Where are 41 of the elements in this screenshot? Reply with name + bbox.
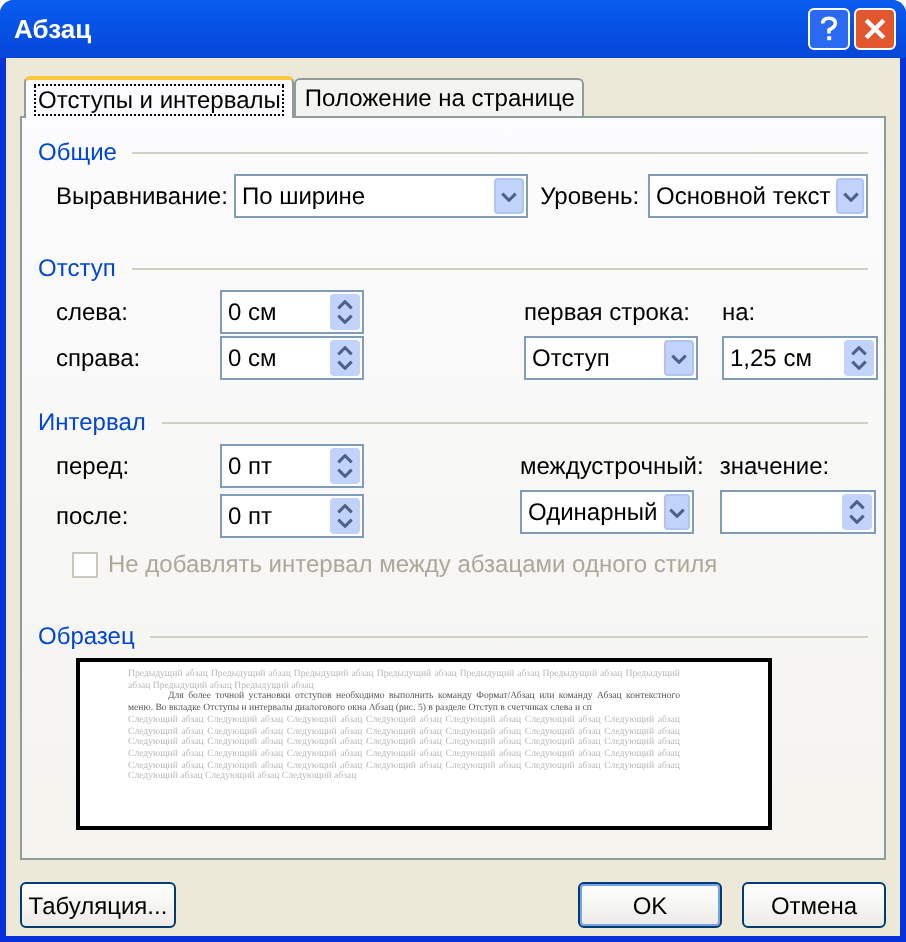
spinner-field[interactable]: 1,25 см xyxy=(722,336,878,380)
dialog-button[interactable]: OK xyxy=(578,882,722,928)
spin-arrows-icon[interactable] xyxy=(330,340,360,376)
dialog-button[interactable]: Табуляция... xyxy=(20,882,176,928)
field-label: справа: xyxy=(56,342,143,376)
field-label: перед: xyxy=(56,450,132,484)
spin-arrows-icon[interactable] xyxy=(844,340,874,376)
spinner-field[interactable]: 0 см xyxy=(220,290,364,334)
section-heading: Отступ xyxy=(38,252,116,286)
field-label: значение: xyxy=(719,450,832,484)
section-heading: Интервал xyxy=(38,406,146,440)
spin-arrows-icon[interactable] xyxy=(330,294,360,330)
help-button[interactable] xyxy=(808,8,850,50)
spin-arrows-icon[interactable] xyxy=(330,448,360,484)
close-icon xyxy=(864,18,886,40)
tab[interactable]: Положение на странице xyxy=(294,78,585,116)
close-button[interactable] xyxy=(854,8,896,50)
field-label: слева: xyxy=(56,296,130,330)
dialog-button[interactable]: Отмена xyxy=(742,882,886,928)
spinner-field[interactable]: 0 см xyxy=(220,336,364,380)
field-label: Выравнивание: xyxy=(56,180,228,214)
dropdown[interactable]: По ширине xyxy=(233,174,529,218)
section-heading: Общие xyxy=(38,136,117,170)
dropdown[interactable]: Одинарный xyxy=(520,490,694,534)
field-label: после: xyxy=(56,500,131,534)
help-icon xyxy=(820,16,838,42)
spin-arrows-icon[interactable] xyxy=(330,498,360,534)
field-label: Уровень: xyxy=(540,180,642,214)
dropdown[interactable]: Основной текст xyxy=(648,174,868,218)
field-label: междустрочный: xyxy=(520,450,704,484)
tab[interactable]: Отступы и интервалы xyxy=(24,76,295,118)
section-heading: Образец xyxy=(38,620,135,654)
field-label: на: xyxy=(722,296,758,330)
field-label: первая строка: xyxy=(524,296,692,330)
spinner-field[interactable] xyxy=(719,490,876,534)
dropdown[interactable]: Отступ xyxy=(524,336,698,380)
spin-arrows-icon[interactable] xyxy=(841,494,872,530)
checkbox-label: Не добавлять интервал между абзацами одного стиля xyxy=(108,548,718,582)
spinner-field[interactable]: 0 пт xyxy=(220,494,364,538)
spinner-field[interactable]: 0 пт xyxy=(220,444,364,488)
window-title: Абзац xyxy=(12,11,94,48)
